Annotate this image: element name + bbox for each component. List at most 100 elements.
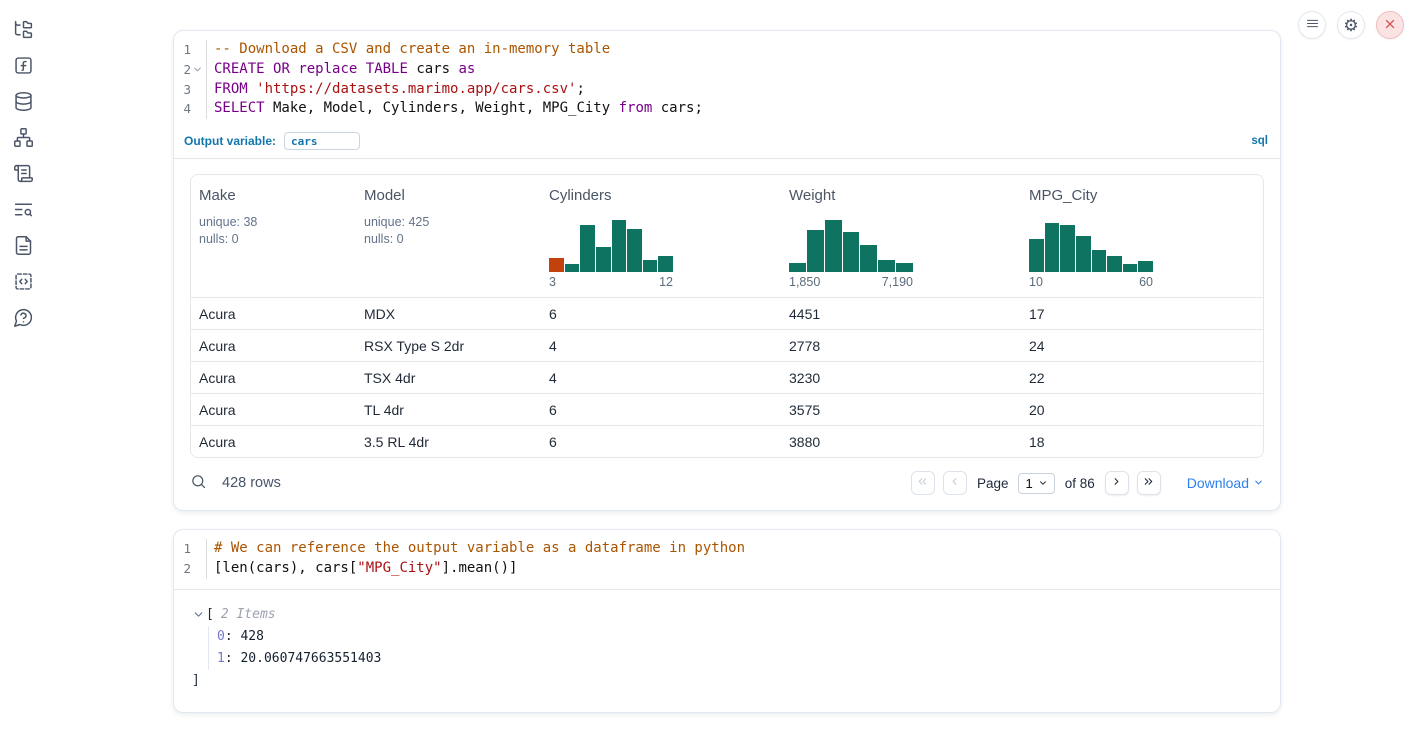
column-histogram: 1,8507,190 (789, 220, 913, 289)
sidebar-item-dependency-graph[interactable] (12, 128, 34, 150)
table-cell: 6 (541, 434, 781, 450)
axis-max-label: 60 (1139, 275, 1153, 289)
table-cell: Acura (191, 306, 356, 322)
line-number-text: 4 (183, 99, 191, 119)
column-header-weight[interactable]: Weight1,8507,190 (781, 175, 1021, 297)
python-code-editor[interactable]: 1# We can reference the output variable … (174, 530, 1280, 589)
table-row: AcuraTL 4dr6357520 (191, 393, 1263, 425)
table-row: AcuraTSX 4dr4323022 (191, 361, 1263, 393)
functions-icon (13, 55, 34, 79)
code-line-text: FROM 'https://datasets.marimo.app/cars.c… (207, 80, 585, 100)
search-button[interactable] (190, 473, 207, 493)
collapse-chevron-icon[interactable] (192, 608, 205, 621)
code-token: -- Download a CSV and create an in-memor… (214, 41, 610, 57)
code-token: "MPG_City" (357, 560, 441, 576)
first-page-button[interactable] (911, 471, 935, 495)
histogram-bar (612, 220, 627, 272)
language-badge: sql (1251, 135, 1268, 147)
tree-entry-value: 20.060747663551403 (240, 651, 381, 666)
menu-button[interactable] (1298, 11, 1326, 39)
sidebar-item-snippets[interactable] (12, 272, 34, 294)
code-token: OR (273, 61, 290, 77)
sidebar-item-help[interactable] (12, 308, 34, 330)
page-select[interactable]: 1 (1018, 473, 1054, 494)
python-line: 1# We can reference the output variable … (174, 539, 1280, 559)
sidebar-item-functions[interactable] (12, 56, 34, 78)
tree-entry-colon: : (225, 651, 241, 666)
next-page-button[interactable] (1105, 471, 1129, 495)
chevron-right-icon (1110, 475, 1123, 491)
column-name: MPG_City (1029, 187, 1255, 204)
histogram-axis: 1,8507,190 (789, 275, 913, 289)
column-header-cylinders[interactable]: Cylinders 312 (541, 175, 781, 297)
sql-cell: 1 -- Download a CSV and create an in-memo… (173, 30, 1281, 511)
histogram-bar (825, 220, 842, 272)
pagination: Page 1 of 86 Download (911, 471, 1264, 495)
table-cell: 3880 (781, 434, 1021, 450)
code-token: cars; (652, 100, 703, 116)
column-name: Make (199, 187, 348, 204)
prev-page-button[interactable] (943, 471, 967, 495)
axis-min-label: 10 (1029, 275, 1043, 289)
line-number-text: 1 (183, 40, 191, 60)
code-token: cars (408, 61, 459, 77)
line-number-text: 1 (183, 539, 191, 559)
sidebar (0, 0, 46, 330)
histogram-bar (565, 264, 580, 272)
settings-button[interactable]: ⚙ (1337, 11, 1365, 39)
search-logs-icon (13, 199, 34, 223)
line-number-text: 2 (183, 559, 191, 579)
tree-entry-colon: : (225, 629, 241, 644)
python-line: 2[len(cars), cars["MPG_City"].mean()] (174, 559, 1280, 579)
column-header-model[interactable]: Modelunique: 425nulls: 0 (356, 175, 541, 297)
table-cell: 22 (1021, 370, 1263, 386)
sql-line: 4SELECT Make, Model, Cylinders, Weight, … (174, 99, 1280, 119)
table-cell: 6 (541, 402, 781, 418)
sql-line: 3FROM 'https://datasets.marimo.app/cars.… (174, 80, 1280, 100)
table-cell: 24 (1021, 338, 1263, 354)
table-cell: 2778 (781, 338, 1021, 354)
items-count-label: 2 Items (221, 604, 276, 626)
code-token (248, 81, 256, 97)
download-button[interactable]: Download (1187, 475, 1264, 491)
sidebar-item-documentation[interactable] (12, 236, 34, 258)
chevron-down-icon (1253, 475, 1264, 491)
column-header-mpg_city[interactable]: MPG_City 10 60 (1021, 175, 1263, 297)
histogram-bar (878, 260, 895, 272)
sql-code-editor[interactable]: 1 -- Download a CSV and create an in-memo… (174, 31, 1280, 129)
chevrons-right-icon (1142, 475, 1155, 491)
column-name: Cylinders (549, 187, 773, 204)
python-cell: 1# We can reference the output variable … (173, 529, 1281, 713)
histogram-bar (1076, 236, 1091, 272)
chevrons-left-icon (916, 475, 929, 491)
tree-entry: 0: 428 (217, 626, 1262, 648)
documentation-icon (13, 235, 34, 259)
histogram-bar (627, 229, 642, 272)
last-page-button[interactable] (1137, 471, 1161, 495)
chevron-left-icon (948, 475, 961, 491)
histogram-bar (1123, 264, 1138, 272)
notebook: 1 -- Download a CSV and create an in-memo… (173, 30, 1281, 713)
table-footer: 428 rows Page 1 of 86 Download (174, 458, 1280, 510)
open-bracket: [ (206, 604, 214, 626)
sidebar-item-file-explorer[interactable] (12, 20, 34, 42)
sidebar-item-database[interactable] (12, 92, 34, 114)
code-token: CREATE (214, 61, 265, 77)
histogram-bar (643, 260, 658, 272)
shutdown-button[interactable] (1376, 11, 1404, 39)
column-histogram: 10 60 (1029, 220, 1153, 289)
code-token: from (619, 100, 653, 116)
fold-chevron-icon[interactable] (192, 64, 203, 75)
sidebar-item-search-logs[interactable] (12, 200, 34, 222)
table-header-row: Make unique: 38nulls: 0 Modelunique: 425nu… (191, 175, 1263, 297)
row-count: 428 rows (222, 475, 281, 491)
column-histogram: 312 (549, 220, 673, 289)
column-stat: unique: 38 (199, 214, 348, 231)
histogram-bar (658, 256, 673, 272)
output-variable-input[interactable] (284, 132, 360, 150)
sidebar-item-logs[interactable] (12, 164, 34, 186)
column-stats: unique: 425nulls: 0 (364, 214, 533, 248)
column-header-make[interactable]: Make unique: 38nulls: 0 (191, 175, 356, 297)
table-cell: Acura (191, 434, 356, 450)
column-stat: nulls: 0 (199, 231, 348, 248)
